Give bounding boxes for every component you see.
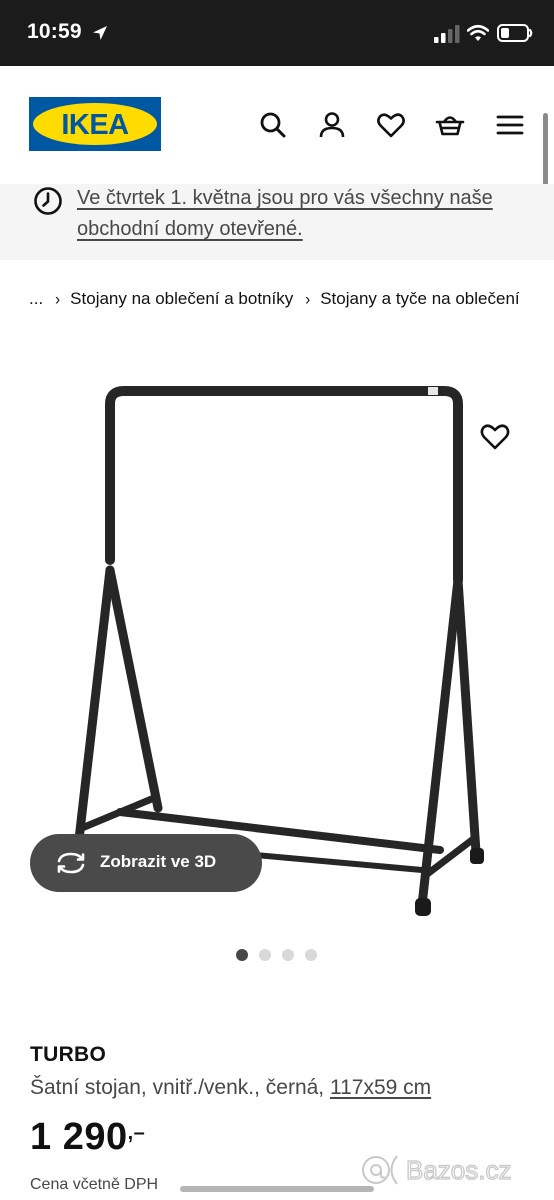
vat-note: Cena včetně DPH [30, 1176, 159, 1193]
ikea-logo[interactable]: IKEA [29, 97, 161, 151]
announcement-banner: Ve čtvrtek 1. května jsou pro vás všechn… [0, 184, 554, 260]
product-name: TURBO [30, 1043, 107, 1066]
clock-icon [34, 187, 62, 215]
carousel-dot-1[interactable] [236, 949, 248, 961]
product-description-text: Šatní stojan, vnitř./venk., černá, [30, 1076, 330, 1099]
carousel-dot-4[interactable] [305, 949, 317, 961]
breadcrumb-ellipsis[interactable]: ... [29, 289, 43, 308]
breadcrumb-clothes-racks[interactable]: Stojany na oblečení a botníky [70, 289, 293, 308]
breadcrumb-clothes-stands[interactable]: Stojany a tyče na oblečení [320, 289, 519, 308]
home-indicator[interactable] [180, 1186, 374, 1192]
status-bar: 10:59 [0, 0, 554, 66]
price-suffix: ,– [127, 1122, 146, 1144]
product-size-link[interactable]: 117x59 cm [330, 1076, 431, 1099]
watermark-text: Bazos.cz [406, 1155, 512, 1185]
bazos-watermark: Bazos.cz [362, 1154, 512, 1186]
signal-icon [434, 25, 460, 43]
view-in-3d-label: Zobrazit ve 3D [100, 852, 217, 871]
rotate-3d-icon [57, 852, 85, 874]
heart-icon[interactable] [376, 110, 406, 140]
product-description: Šatní stojan, vnitř./venk., černá, 117x5… [30, 1076, 431, 1100]
carousel-dot-2[interactable] [259, 949, 271, 961]
basket-icon[interactable] [435, 110, 465, 140]
breadcrumb: ... › Stojany na oblečení a botníky › Stojan… [29, 283, 529, 315]
wifi-icon [467, 24, 489, 41]
battery-icon [497, 24, 533, 42]
chevron-right-icon: › [55, 290, 61, 309]
location-arrow-icon [93, 26, 107, 40]
status-time: 10:59 [27, 20, 82, 43]
carousel-dot-3[interactable] [282, 949, 294, 961]
store-hours-link[interactable]: Ve čtvrtek 1. května jsou pro vás všechn… [77, 183, 537, 245]
product-price: 1 290,– [30, 1116, 145, 1159]
site-header: IKEA [0, 66, 554, 184]
menu-icon[interactable] [495, 110, 525, 140]
chevron-right-icon: › [305, 290, 311, 309]
user-icon[interactable] [317, 110, 347, 140]
search-icon[interactable] [258, 110, 288, 140]
view-in-3d-button[interactable]: Zobrazit ve 3D [30, 834, 262, 892]
carousel-dots [236, 949, 317, 961]
favorite-heart-icon[interactable] [479, 421, 511, 453]
ikea-logo-text: IKEA [61, 109, 129, 141]
price-value: 1 290 [30, 1116, 128, 1158]
